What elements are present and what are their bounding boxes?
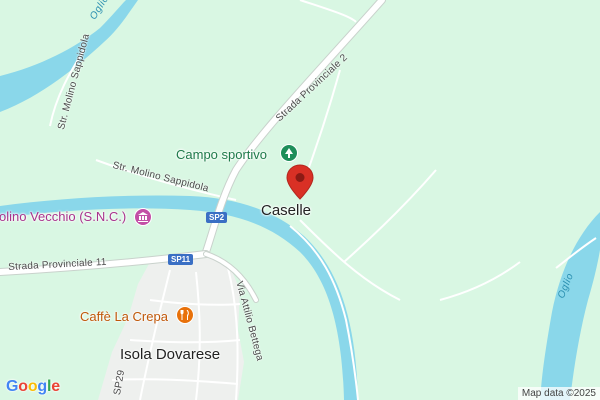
logo-letter: o xyxy=(18,378,28,395)
museum-icon[interactable] xyxy=(134,208,152,226)
logo-letter: o xyxy=(27,378,38,395)
poi-label-caffe-la-crepa[interactable]: Caffè La Crepa xyxy=(80,309,168,324)
map-viewport[interactable]: Oglio Oglio Strada Provinciale 2 Str. Mo… xyxy=(0,0,600,400)
tree-icon[interactable] xyxy=(280,144,298,162)
road-shield-sp2: SP2 xyxy=(206,212,228,223)
logo-letter: g xyxy=(37,378,47,395)
map-base-layer xyxy=(0,0,600,400)
place-label-caselle[interactable]: Caselle xyxy=(261,202,311,219)
poi-label-molino-vecchio[interactable]: olino Vecchio (S.N.C.) xyxy=(0,209,126,224)
road-shield-sp11: SP11 xyxy=(168,254,194,265)
location-pin-icon[interactable] xyxy=(286,164,314,200)
poi-label-campo-sportivo[interactable]: Campo sportivo xyxy=(176,147,267,162)
fork-knife-icon[interactable] xyxy=(176,306,194,324)
google-logo[interactable]: Google xyxy=(6,378,60,396)
map-attribution[interactable]: Map data ©2025 xyxy=(517,387,600,400)
logo-letter: G xyxy=(6,378,19,395)
logo-letter: e xyxy=(51,378,60,395)
place-label-isola-dovarese[interactable]: Isola Dovarese xyxy=(120,346,220,363)
